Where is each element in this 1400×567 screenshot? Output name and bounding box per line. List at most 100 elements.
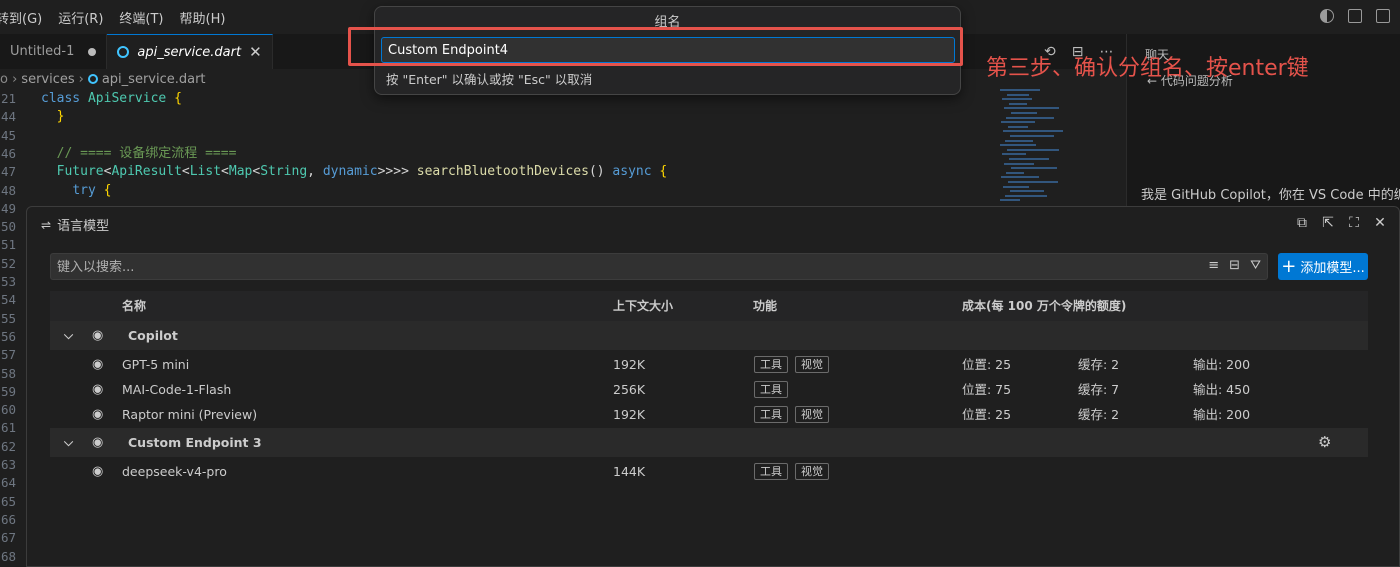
add-model-button[interactable]: + 添加模型...	[1278, 253, 1368, 280]
line-number: 53	[0, 274, 16, 289]
menu-help[interactable]: 帮助(H)	[172, 8, 234, 27]
model-group-row[interactable]: ⌵ ◉ Copilot	[50, 321, 1368, 350]
eye-icon[interactable]: ◉	[92, 352, 103, 377]
line-number: 52	[0, 255, 16, 271]
model-name: Raptor mini (Preview)	[122, 407, 258, 422]
line-number: 56	[0, 328, 16, 344]
close-tab-icon[interactable]: ✕	[249, 43, 262, 61]
cost-output: 输出: 450	[1193, 382, 1251, 397]
code-text[interactable]: try {	[41, 182, 111, 200]
toggle-sidebar-icon[interactable]	[1348, 9, 1362, 23]
minimap-line	[1000, 199, 1020, 202]
language-models-panel: ⇌ 语言模型 ⧉ ⇱ ⛶ ✕ ≡ ⊟ ⛛ + 添加模型... 名称 上下文大小 …	[26, 206, 1400, 567]
line-number: 63	[0, 457, 16, 472]
toggle-panel-icon[interactable]	[1376, 9, 1390, 23]
code-line[interactable]: 46 // ==== 设备绑定流程 ====	[0, 145, 236, 163]
tab-api-service[interactable]: api_service.dart ✕	[107, 34, 273, 69]
minimap-line	[1008, 125, 1028, 128]
menu-go[interactable]: 转到(G)	[0, 8, 50, 27]
column-capabilities[interactable]: 功能	[753, 291, 777, 321]
table-row[interactable]: ◉ Raptor mini (Preview) 192K 工具 视觉 位置: 25 缓存: …	[50, 402, 1368, 427]
cost-output: 输出: 200	[1193, 357, 1251, 372]
menu-terminal[interactable]: 终端(T)	[111, 8, 171, 27]
minimap-line	[1008, 181, 1058, 183]
filter-icon[interactable]: ⛛	[1250, 258, 1261, 273]
minimap-line	[1002, 98, 1032, 101]
code-text[interactable]: Future<ApiResult<List<Map<String, dynami…	[41, 163, 668, 181]
menu-run[interactable]: 运行(R)	[50, 8, 111, 27]
code-text[interactable]: }	[41, 108, 65, 126]
model-group-row[interactable]: ⌵ ◉ Custom Endpoint 3 ⚙	[50, 428, 1368, 457]
chevron-down-icon[interactable]: ⌵	[64, 321, 73, 350]
breadcrumb-folder[interactable]: services	[21, 72, 74, 87]
clear-filter-icon[interactable]: ≡	[1208, 258, 1219, 273]
eye-icon[interactable]: ◉	[92, 428, 103, 457]
line-number: 58	[0, 365, 16, 381]
eye-icon[interactable]: ◉	[92, 377, 103, 402]
minimap[interactable]	[1000, 89, 1070, 209]
code-text[interactable]: // ==== 设备绑定流程 ====	[41, 145, 237, 163]
table-row[interactable]: ◉ GPT-5 mini 192K 工具 视觉 位置: 25 缓存: 2 输出: 200	[50, 352, 1368, 377]
open-in-editor-icon[interactable]: ⇱	[1321, 215, 1335, 231]
chevron-right-icon: ›	[78, 71, 84, 87]
capability-badge: 视觉	[795, 356, 829, 373]
eye-icon[interactable]: ◉	[92, 321, 103, 350]
minimap-line	[1001, 176, 1039, 179]
minimap-line	[1004, 107, 1059, 110]
panel-title: ⇌ 语言模型	[41, 215, 109, 235]
close-icon[interactable]: ✕	[1373, 215, 1387, 231]
column-cost[interactable]: 成本(每 100 万个令牌的额度)	[962, 291, 1126, 321]
code-line[interactable]: 21 class ApiService {	[0, 90, 182, 108]
minimap-line	[1004, 162, 1034, 165]
tab-label: Untitled-1	[10, 44, 75, 59]
minimap-line	[1001, 121, 1035, 124]
capability-badge: 工具	[754, 381, 788, 398]
column-name[interactable]: 名称	[122, 291, 146, 321]
search-box: ≡ ⊟ ⛛	[50, 253, 1268, 280]
gear-icon[interactable]: ⚙	[1318, 428, 1331, 457]
model-context: 192K	[613, 407, 646, 422]
cost-cache: 缓存: 2	[1078, 357, 1120, 372]
group-name-input[interactable]	[381, 37, 955, 63]
chevron-down-icon[interactable]: ⌵	[64, 428, 73, 457]
copy-icon[interactable]: ⧉	[1295, 215, 1309, 231]
cost-cache: 缓存: 7	[1078, 382, 1120, 397]
minimap-line	[1010, 135, 1054, 137]
code-text[interactable]: class ApiService {	[41, 90, 182, 108]
copilot-status-icon[interactable]	[1320, 9, 1334, 23]
group-name: Copilot	[128, 328, 178, 343]
modified-dot-icon[interactable]	[88, 47, 97, 56]
line-number: 57	[0, 347, 16, 363]
plus-icon: +	[1281, 255, 1297, 277]
line-number: 60	[0, 402, 16, 418]
model-name: GPT-5 mini	[122, 357, 190, 372]
code-line[interactable]: 45	[0, 127, 41, 145]
breadcrumb-file[interactable]: api_service.dart	[102, 72, 206, 87]
eye-icon[interactable]: ◉	[92, 459, 103, 484]
group-by-icon[interactable]: ⊟	[1229, 258, 1240, 273]
group-name: Custom Endpoint 3	[128, 435, 262, 450]
line-number: 59	[0, 383, 16, 399]
minimap-line	[1002, 153, 1026, 156]
panel-actions: ⧉ ⇱ ⛶ ✕	[1295, 215, 1387, 231]
model-name: deepseek-v4-pro	[122, 464, 227, 479]
eye-icon[interactable]: ◉	[92, 402, 103, 427]
minimap-line	[1003, 130, 1063, 133]
code-line[interactable]: 47 Future<ApiResult<List<Map<String, dyn…	[0, 163, 667, 181]
quick-input-hint: 按 "Enter" 以确认或按 "Esc" 以取消	[386, 72, 593, 87]
minimap-line	[1003, 185, 1029, 188]
search-input[interactable]	[57, 258, 1187, 276]
line-number: 55	[0, 310, 16, 326]
code-line[interactable]: 44 }	[0, 108, 65, 126]
table-row[interactable]: ◉ deepseek-v4-pro 144K 工具 视觉	[50, 459, 1368, 484]
cost-input: 位置: 25	[962, 407, 1012, 422]
column-context[interactable]: 上下文大小	[613, 291, 673, 321]
maximize-icon[interactable]: ⛶	[1347, 215, 1361, 231]
tab-label: api_service.dart	[137, 44, 242, 60]
capability-badge: 工具	[754, 406, 788, 423]
code-line[interactable]: 48 try {	[0, 182, 112, 200]
table-row[interactable]: ◉ MAI-Code-1-Flash 256K 工具 位置: 75 缓存: 7 输出: 45…	[50, 377, 1368, 402]
minimap-line	[1011, 112, 1037, 114]
tab-untitled-1[interactable]: Untitled-1	[0, 34, 108, 69]
capability-badge: 工具	[754, 463, 788, 480]
